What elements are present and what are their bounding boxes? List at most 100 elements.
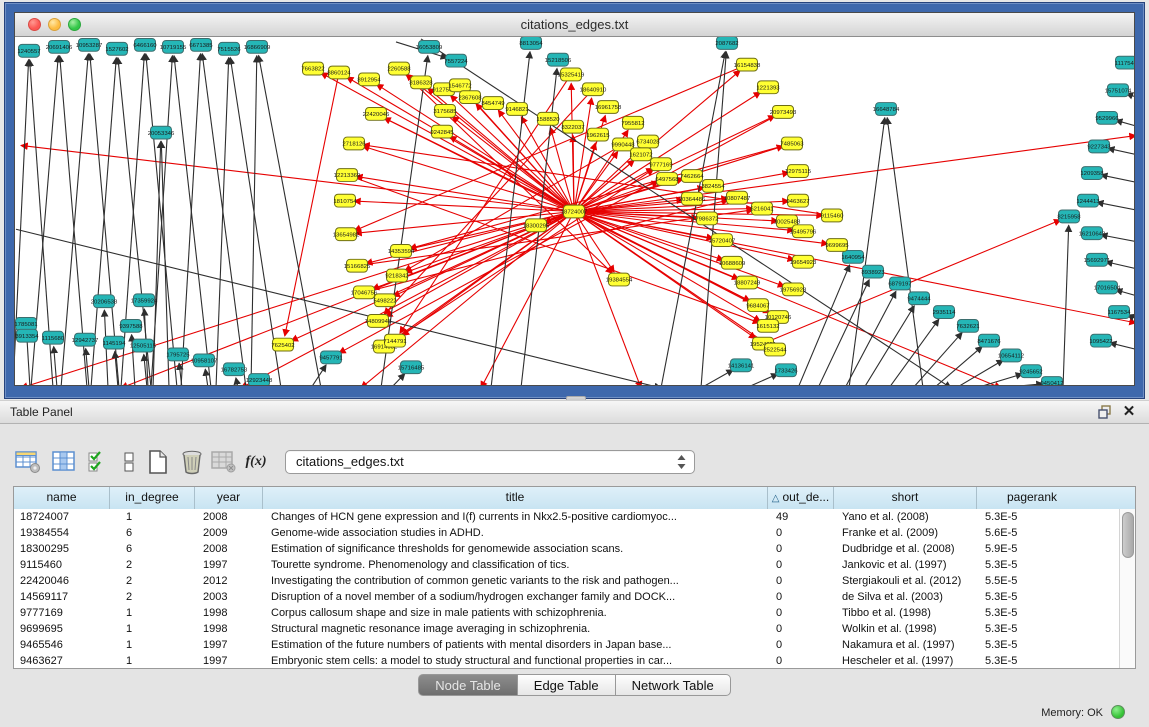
graph-node[interactable]: 16648784 <box>873 103 900 116</box>
graph-node[interactable]: 5498222 <box>373 294 396 307</box>
graph-node[interactable]: 7955812 <box>621 116 644 129</box>
graph-node[interactable]: 2260588 <box>387 62 411 75</box>
graph-node[interactable]: 1095422 <box>1089 334 1112 347</box>
graph-node[interactable]: 1546772 <box>448 79 471 92</box>
graph-node[interactable]: 1621072 <box>629 148 652 161</box>
graph-node[interactable]: 20364486 <box>679 192 706 205</box>
graph-node[interactable]: 9218342 <box>385 269 408 282</box>
float-panel-icon[interactable] <box>1097 404 1113 420</box>
table-cell[interactable]: Hescheler et al. (1997) <box>834 653 977 668</box>
graph-node[interactable]: 16866909 <box>244 40 271 53</box>
table-cell[interactable]: Embryonic stem cells: a model to study s… <box>263 653 768 668</box>
table-cell[interactable]: 1997 <box>195 637 263 653</box>
table-cell[interactable]: 5.9E-5 <box>977 541 1087 557</box>
graph-node[interactable]: 9115460 <box>821 209 845 222</box>
graph-node[interactable]: 9463627 <box>786 194 809 207</box>
graph-edge[interactable] <box>391 374 405 385</box>
graph-node[interactable]: 9227343 <box>1087 140 1111 153</box>
tab-edge-table[interactable]: Edge Table <box>518 674 616 696</box>
table-row[interactable]: 1830029562008Estimation of significance … <box>14 541 1120 557</box>
table-row[interactable]: 969969511998Structural magnetic resonanc… <box>14 621 1120 637</box>
graph-node[interactable]: 1145194 <box>103 336 127 349</box>
table-cell[interactable]: 5.3E-5 <box>977 509 1087 525</box>
table-cell[interactable]: 5.3E-5 <box>977 589 1087 605</box>
graph-node[interactable]: 8454749 <box>481 97 505 110</box>
graph-node[interactable]: 18300295 <box>523 219 550 232</box>
graph-node[interactable]: 13654982 <box>333 228 360 241</box>
graph-node[interactable]: 2718126 <box>342 137 366 150</box>
table-scrollbar[interactable] <box>1119 509 1135 668</box>
graph-edge[interactable] <box>161 142 169 385</box>
graph-node[interactable]: 16154838 <box>734 58 761 71</box>
graph-node[interactable]: 16782753 <box>221 363 248 376</box>
graph-node[interactable]: 9457791 <box>319 351 343 364</box>
table-cell[interactable]: 6 <box>110 541 195 557</box>
graph-edge[interactable] <box>402 212 574 336</box>
graph-edge[interactable] <box>1110 343 1134 353</box>
graph-node[interactable]: 12942737 <box>72 333 99 346</box>
table-row[interactable]: 911546021997Tourette syndrome. Phenomeno… <box>14 557 1120 573</box>
table-cell[interactable]: 19384554 <box>14 525 110 541</box>
table-cell[interactable]: 0 <box>768 637 834 653</box>
table-cell[interactable]: Tourette syndrome. Phenomenology and cla… <box>263 557 768 573</box>
table-cell[interactable]: 18300295 <box>14 541 110 557</box>
graph-node[interactable]: 10807487 <box>724 191 751 204</box>
table-cell[interactable]: Investigating the contribution of common… <box>263 573 768 589</box>
graph-node[interactable]: 1244413 <box>1076 194 1100 207</box>
table-row[interactable]: 946554611997Estimation of the future num… <box>14 637 1120 653</box>
graph-edge[interactable] <box>1063 225 1069 385</box>
table-cell[interactable]: 1998 <box>195 621 263 637</box>
tab-network-table[interactable]: Network Table <box>616 674 731 696</box>
table-cell[interactable]: 5.3E-5 <box>977 653 1087 668</box>
deselect-all-icon[interactable] <box>113 446 145 478</box>
graph-edge[interactable] <box>384 169 654 346</box>
graph-node[interactable]: 8813054 <box>519 37 543 49</box>
table-cell[interactable]: Stergiakouli et al. (2012) <box>834 573 977 589</box>
table-cell[interactable]: 9465546 <box>14 637 110 653</box>
table-cell[interactable]: 9115460 <box>14 557 110 573</box>
graph-node[interactable]: 7462664 <box>680 170 704 183</box>
network-canvas[interactable]: 1240557 20691406 10953287 1527602 646616… <box>15 37 1134 385</box>
tab-node-table[interactable]: Node Table <box>418 674 518 696</box>
graph-node[interactable]: 19654923 <box>790 255 817 268</box>
table-row[interactable]: 1938455462009Genome-wide association stu… <box>14 525 1120 541</box>
table-cell[interactable]: 0 <box>768 557 834 573</box>
table-cell[interactable]: 1 <box>110 637 195 653</box>
graph-node[interactable]: 6216041 <box>750 202 774 215</box>
graph-node[interactable]: 1209358 <box>1080 167 1104 180</box>
graph-node[interactable]: 9699695 <box>825 239 849 252</box>
graph-node[interactable]: 6734028 <box>636 135 660 148</box>
graph-node[interactable]: 8471676 <box>977 334 1001 347</box>
graph-node[interactable]: 9397588 <box>119 319 143 332</box>
graph-node[interactable]: 8186328 <box>409 76 433 89</box>
table-cell[interactable]: 5.3E-5 <box>977 637 1087 653</box>
column-header-pagerank[interactable]: pagerank <box>977 487 1087 509</box>
graph-node[interactable]: 16053809 <box>416 40 443 53</box>
graph-node[interactable]: 7986372 <box>695 212 718 225</box>
graph-node[interactable]: 17016504 <box>1094 281 1121 294</box>
graph-node[interactable]: 1167534 <box>1108 306 1132 319</box>
column-header-in_degree[interactable]: in_degree <box>110 487 195 509</box>
graph-edge[interactable] <box>285 72 339 335</box>
graph-node[interactable]: 9245652 <box>1019 365 1042 378</box>
graph-edge[interactable] <box>21 145 574 211</box>
new-document-icon[interactable] <box>142 446 174 478</box>
table-cell[interactable]: 0 <box>768 605 834 621</box>
graph-node[interactable]: 10953287 <box>76 38 103 51</box>
graph-node[interactable]: 9474444 <box>907 292 931 305</box>
graph-node[interactable]: 20691406 <box>46 40 73 53</box>
table-cell[interactable]: 2008 <box>195 541 263 557</box>
graph-edge[interactable] <box>913 333 962 385</box>
graph-node[interactable]: 18807249 <box>734 276 761 289</box>
graph-node[interactable]: 12505115 <box>130 339 157 352</box>
graph-node[interactable]: 14136141 <box>728 359 755 372</box>
table-options-icon[interactable] <box>12 446 44 478</box>
graph-node[interactable]: 12975115 <box>785 165 812 178</box>
table-cell[interactable]: 6 <box>110 525 195 541</box>
table-cell[interactable]: 14569117 <box>14 589 110 605</box>
memory-ok-led[interactable] <box>1111 705 1125 719</box>
graph-node[interactable]: 1795725 <box>166 348 190 361</box>
graph-node[interactable]: 15692971 <box>1084 253 1111 266</box>
graph-node[interactable]: 9684067 <box>746 299 769 312</box>
graph-node[interactable]: 6497568 <box>655 173 679 186</box>
